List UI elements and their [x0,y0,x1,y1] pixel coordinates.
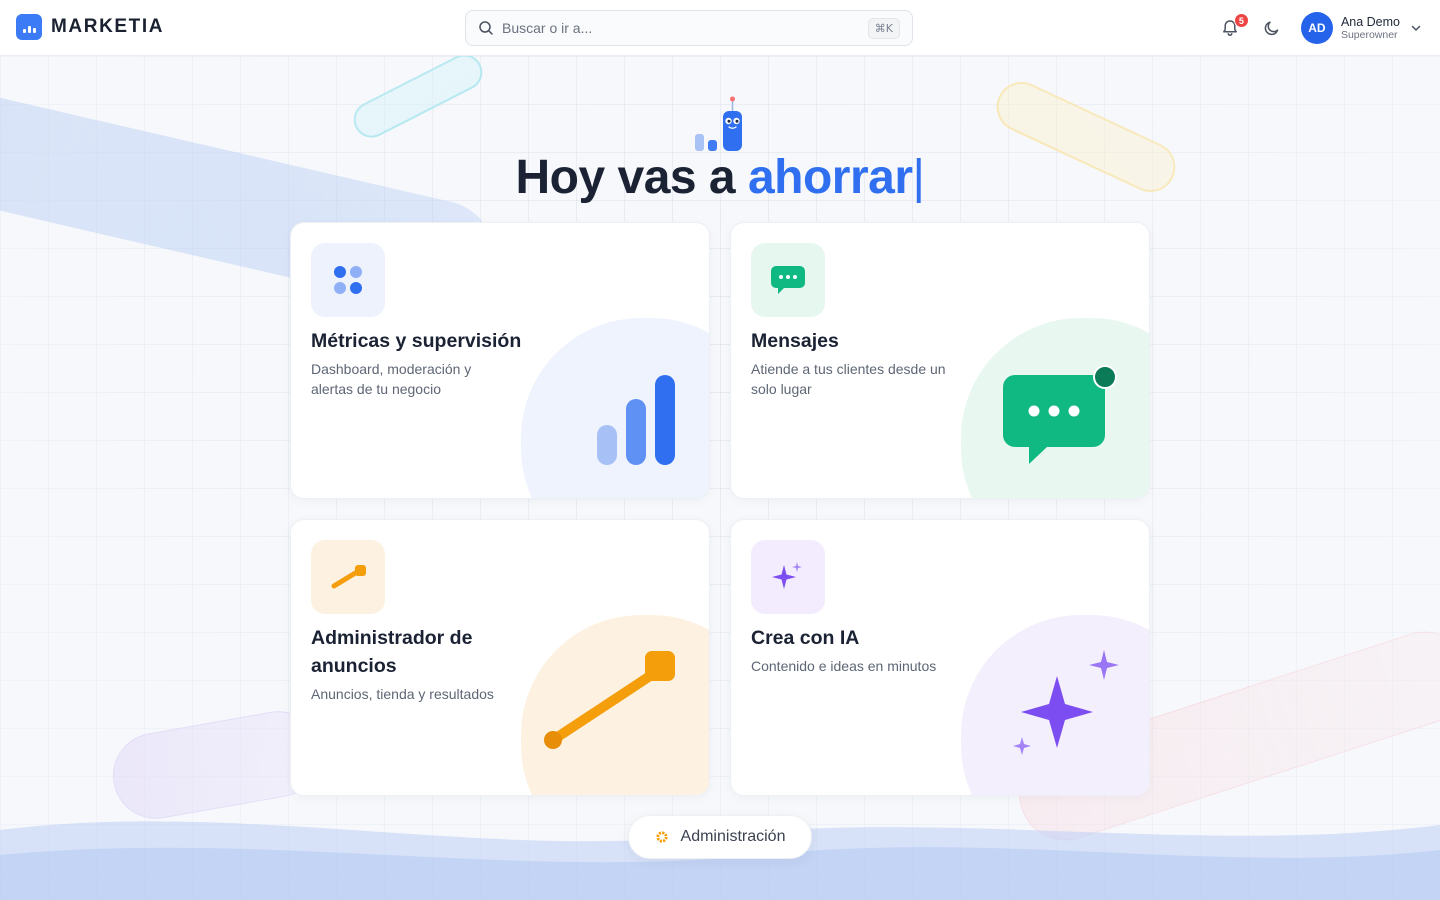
search-bar[interactable]: ⌘K [465,10,913,46]
megaphone-illustration [544,651,675,749]
card-messages[interactable]: Mensajes Atiende a tus clientes desde un… [730,222,1150,499]
card-metrics[interactable]: Métricas y supervisión Dashboard, modera… [290,222,710,499]
card-ads-manager[interactable]: Administrador de anuncios Anuncios, tien… [290,519,710,796]
top-actions: 5 AD Ana Demo Superowner [1215,0,1422,56]
card-description: Atiende a tus clientes desde un solo lug… [751,361,946,397]
hero-title: Hoy vas a ahorrar| [0,150,1440,205]
moon-icon [1264,21,1279,36]
card-title: Crea con IA [751,627,860,649]
search-input[interactable] [502,20,868,36]
typing-caret: | [912,151,925,204]
search-icon [479,21,493,35]
brand[interactable]: MARKETIA [16,14,164,40]
sparkles-icon [751,540,825,614]
megaphone-icon [311,540,385,614]
bar-chart-logo-icon [16,14,42,40]
hero-prefix: Hoy vas a [515,151,736,204]
top-bar: MARKETIA ⌘K 5 AD Ana Demo Superowner [0,0,1440,56]
theme-toggle-button[interactable] [1257,13,1287,43]
notification-badge: 5 [1233,13,1249,28]
card-description: Contenido e ideas en minutos [751,658,937,674]
brand-name: MARKETIA [51,16,165,37]
chat-bubble-icon [751,243,825,317]
card-title: Administrador de anuncios [311,627,473,677]
robot-mascot-icon [695,96,742,151]
grid-dots-icon [311,243,385,317]
user-name: Ana Demo [1340,14,1400,29]
avatar: AD [1300,12,1333,44]
admin-label: Administración [680,828,786,845]
search-shortcut: ⌘K [867,17,900,39]
card-description: Anuncios, tienda y resultados [311,686,494,702]
card-title: Mensajes [751,330,839,352]
chat-illustration [1003,365,1117,464]
notifications-button[interactable]: 5 [1215,13,1249,43]
chevron-down-icon [1411,25,1421,31]
card-title: Métricas y supervisión [311,330,522,352]
card-create-ai[interactable]: Crea con IA Contenido e ideas en minutos [730,519,1150,796]
user-role: Superowner [1340,29,1398,42]
card-description: Dashboard, moderación y alertas de tu ne… [311,361,472,397]
gear-icon [655,831,668,843]
sparkles-illustration [1013,650,1119,755]
user-menu[interactable]: AD Ana Demo Superowner [1300,12,1422,44]
bar-chart-illustration [597,375,675,465]
admin-button[interactable]: Administración [628,815,812,859]
user-info: Ana Demo Superowner [1341,15,1400,41]
hero-accent-word: ahorrar [747,151,913,204]
